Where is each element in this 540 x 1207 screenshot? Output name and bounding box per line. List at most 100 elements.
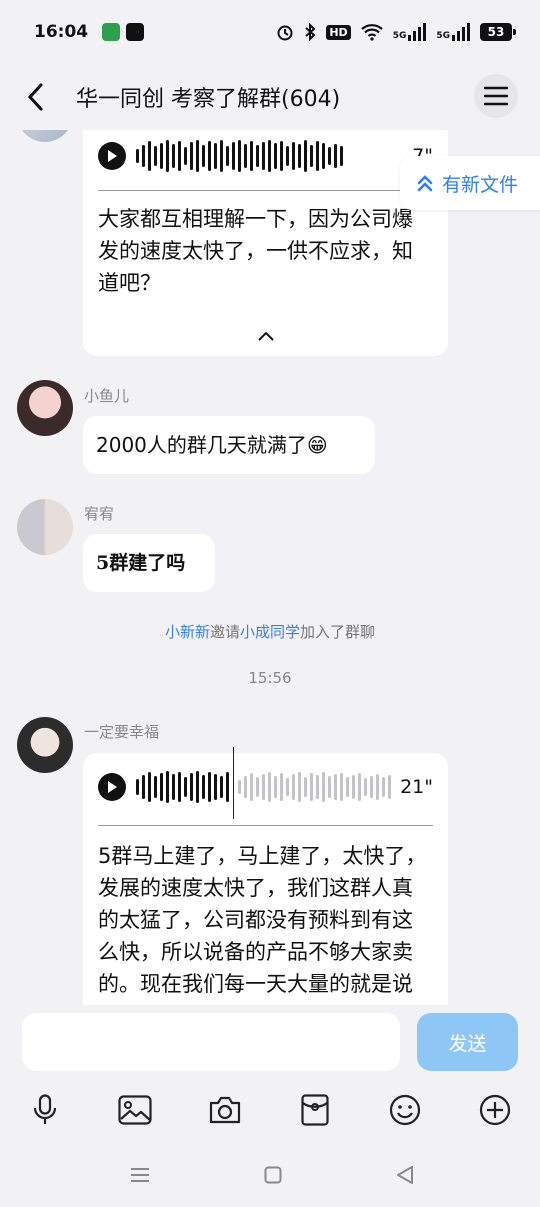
waveform-bar <box>262 142 265 170</box>
waveform-bar <box>292 142 295 170</box>
waveform-bar <box>226 772 229 802</box>
waveform-bar <box>334 144 337 168</box>
waveform-bar <box>250 141 253 171</box>
waveform-bar <box>346 777 349 797</box>
waveform-bar <box>268 140 271 172</box>
text-message-bubble[interactable]: 5群建了吗 <box>83 534 215 592</box>
sender-name: 小鱼儿 <box>84 387 130 405</box>
message-text: 2000人的群几天就满了😁 <box>96 433 328 457</box>
voice-message-bubble[interactable]: 21" 5群马上建了，马上建了，太快了，发展的速度太快了，我们这群人真的太猛了，… <box>83 747 448 1005</box>
waveform-bar <box>178 141 181 171</box>
waveform-bar <box>220 140 223 172</box>
waveform-bar <box>298 144 301 168</box>
waveform-bar <box>238 780 241 794</box>
waveform-bar <box>316 141 319 171</box>
hamburger-icon <box>484 86 508 106</box>
waveform-bar <box>328 776 331 798</box>
avatar[interactable] <box>17 717 73 773</box>
waveform-bar <box>358 773 361 801</box>
waveform-bar <box>208 772 211 802</box>
voice-duration: 21" <box>400 776 433 798</box>
voice-transcript: 大家都互相理解一下，因为公司爆发的速度太快了，一供不应求，知道吧？ <box>98 207 413 295</box>
waveform-bar <box>256 777 259 797</box>
plus-icon <box>479 1094 511 1126</box>
recent-apps-button[interactable] <box>120 1155 160 1195</box>
voice-player[interactable]: 21" <box>98 747 433 819</box>
voice-player[interactable]: 7" <box>98 130 433 184</box>
voice-input-button[interactable] <box>20 1085 70 1135</box>
avatar[interactable] <box>17 499 73 555</box>
emoji-button[interactable] <box>380 1085 430 1135</box>
waveform-bar <box>328 147 331 165</box>
waveform-bar <box>184 777 187 797</box>
signal-bars-icon <box>452 23 470 41</box>
avatar[interactable] <box>17 380 73 436</box>
play-icon <box>108 150 117 162</box>
waveform-bar <box>286 778 289 796</box>
waveform-bar <box>172 774 175 800</box>
waveform-bar <box>280 773 283 801</box>
back-button[interactable] <box>6 67 66 127</box>
playhead <box>233 747 234 819</box>
home-button[interactable] <box>253 1155 293 1195</box>
input-area: 发送 <box>0 1005 540 1207</box>
tiktok-icon <box>126 23 145 41</box>
waveform-bar <box>142 145 145 167</box>
sender-name: 宥宥 <box>84 505 115 523</box>
menu-lines-icon <box>131 1168 149 1182</box>
text-message-bubble[interactable]: 2000人的群几天就满了😁 <box>83 416 375 474</box>
waveform-bar <box>166 140 169 172</box>
waveform-bar <box>190 773 193 801</box>
waveform-bar <box>262 774 265 800</box>
avatar[interactable] <box>17 130 73 142</box>
waveform-bar <box>304 777 307 797</box>
waveform-bar <box>334 774 337 800</box>
system-nav-bar <box>0 1145 540 1207</box>
status-indicators: HD 5G 5G 53 <box>276 23 516 41</box>
chat-messages[interactable]: 7" 大家都互相理解一下，因为公司爆发的速度太快了，一供不应求，知道吧？ 小鱼儿… <box>0 130 540 1005</box>
message-text: 5群建了吗 <box>96 552 186 574</box>
waveform-bar <box>376 774 379 800</box>
triangle-back-icon <box>397 1166 413 1184</box>
more-button[interactable] <box>470 1085 520 1135</box>
waveform <box>136 136 343 176</box>
waveform-remaining <box>238 767 391 807</box>
voice-transcript: 5群马上建了，马上建了，太快了，发展的速度太快了，我们这群人真的太猛了，公司都没… <box>98 844 427 1005</box>
waveform-bar <box>202 145 205 167</box>
waveform-bar <box>256 145 259 167</box>
system-message: 小新新邀请小成同学加入了群聊 <box>164 623 376 641</box>
signal-bars-icon <box>408 23 427 41</box>
waveform-bar <box>286 146 289 166</box>
message-input[interactable] <box>22 1013 400 1071</box>
image-icon <box>118 1095 152 1125</box>
new-file-indicator[interactable]: 有新文件 <box>400 156 540 210</box>
network-5g-1: 5G <box>393 23 427 41</box>
red-packet-button[interactable] <box>290 1085 340 1135</box>
image-button[interactable] <box>110 1085 160 1135</box>
waveform-bar <box>196 771 199 803</box>
waveform-bar <box>214 143 217 169</box>
invitee-link[interactable]: 小成同学 <box>240 623 300 641</box>
waveform-bar <box>388 775 391 799</box>
waveform-bar <box>238 140 241 172</box>
waveform-bar <box>274 143 277 169</box>
voice-message-bubble[interactable]: 7" 大家都互相理解一下，因为公司爆发的速度太快了，一供不应求，知道吧？ <box>83 130 448 356</box>
waveform-bar <box>232 142 235 170</box>
waveform-bar <box>208 141 211 171</box>
waveform-bar <box>340 146 343 166</box>
wifi-icon <box>360 24 383 41</box>
menu-button[interactable] <box>474 74 518 118</box>
waveform-bar <box>370 776 373 798</box>
play-button[interactable] <box>98 773 126 801</box>
collapse-button[interactable] <box>253 326 279 346</box>
play-button[interactable] <box>98 142 126 170</box>
waveform-bar <box>310 773 313 801</box>
square-icon <box>264 1166 282 1184</box>
send-button[interactable]: 发送 <box>417 1013 518 1071</box>
inviter-link[interactable]: 小新新 <box>165 623 210 641</box>
nav-back-button[interactable] <box>385 1155 425 1195</box>
waveform-bar <box>226 146 229 166</box>
waveform-bar <box>322 143 325 169</box>
waveform-bar <box>268 772 271 802</box>
camera-button[interactable] <box>200 1085 250 1135</box>
